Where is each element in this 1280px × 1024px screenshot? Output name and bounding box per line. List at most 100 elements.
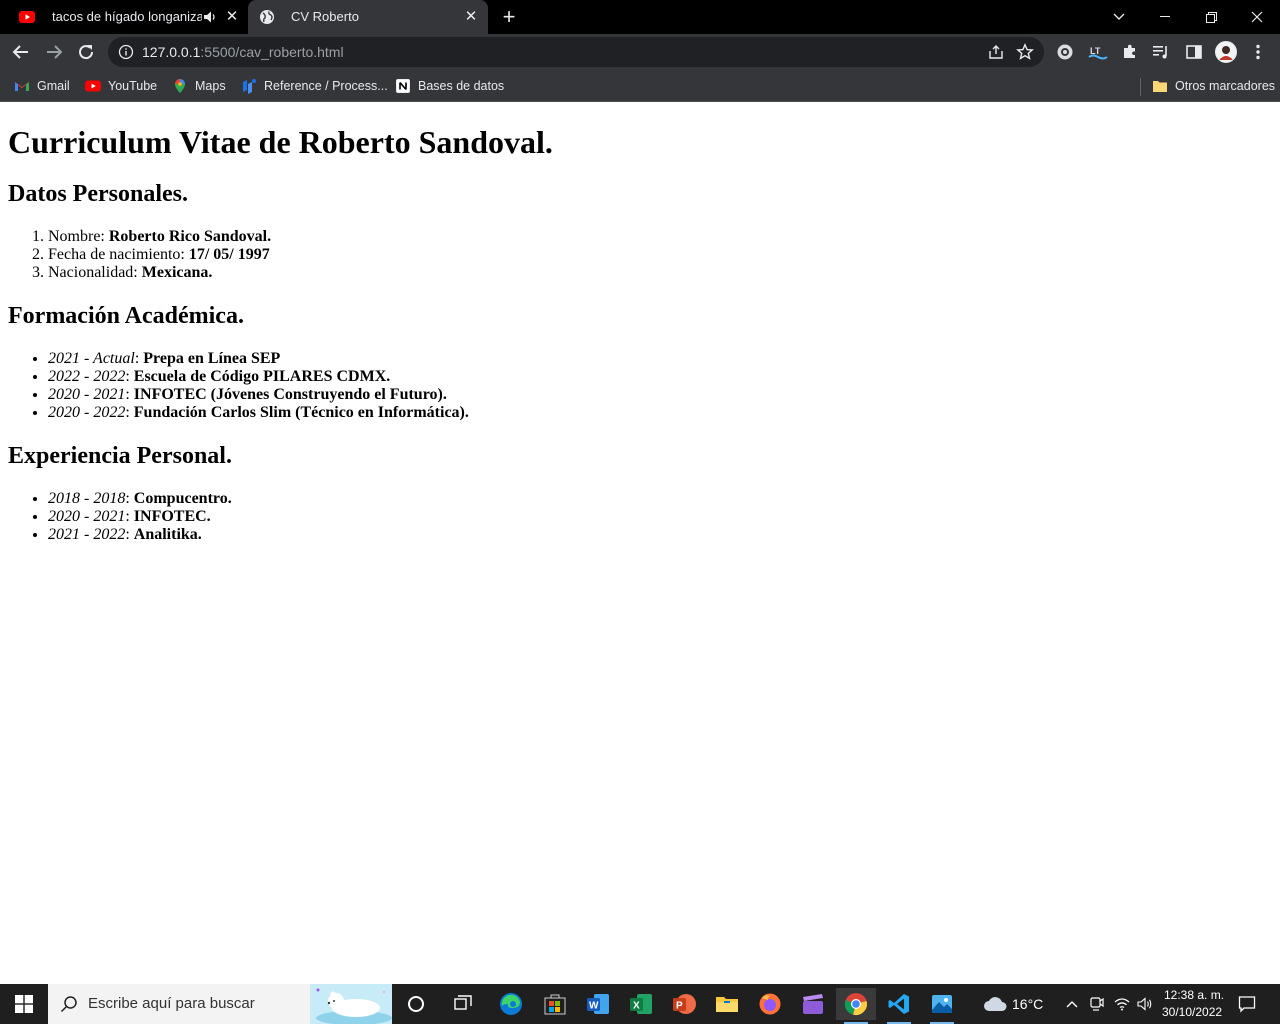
start-button[interactable] (0, 984, 48, 1024)
bookmarks-bar: Gmail YouTube Maps Reference / Process..… (0, 70, 1280, 102)
item-period: 2018 - 2018 (48, 490, 126, 507)
svg-text:P: P (676, 1001, 683, 1012)
list-item: 2021 - Actual: Prepa en Línea SEP (48, 350, 1272, 368)
chevron-up-icon (1066, 1001, 1078, 1008)
word-app[interactable]: W (578, 988, 618, 1020)
close-icon (1251, 11, 1263, 23)
extensions-button[interactable] (1120, 42, 1140, 62)
edge-app[interactable] (491, 988, 531, 1020)
photos-app[interactable] (922, 988, 962, 1024)
windows-taskbar: Escribe aquí para buscar W X P 16°C 12:3… (0, 984, 1280, 1024)
bookmark-maps[interactable]: Maps (172, 76, 226, 96)
excel-app[interactable]: X (621, 988, 661, 1020)
bookmark-label: Maps (195, 79, 226, 93)
store-icon (544, 994, 566, 1015)
firefox-app[interactable] (750, 988, 790, 1020)
bookmark-other-folder[interactable]: Otros marcadores (1152, 76, 1275, 96)
close-tab-icon[interactable]: ✕ (224, 9, 240, 25)
avatar-icon (1215, 41, 1237, 63)
section-heading-personal: Datos Personales. (8, 181, 188, 207)
list-item: 2021 - 2022: Analitika. (48, 526, 1272, 544)
notifications-button[interactable] (1230, 988, 1264, 1020)
task-view-icon (454, 995, 472, 1010)
section-heading-experience: Experiencia Personal. (8, 443, 232, 469)
taskbar-search-box[interactable]: Escribe aquí para buscar (48, 984, 392, 1024)
bookmark-gmail[interactable]: Gmail (14, 76, 70, 96)
puzzle-icon (1124, 44, 1135, 58)
new-tab-button[interactable]: + (499, 6, 519, 28)
volume-button[interactable] (1134, 988, 1156, 1020)
clipchamp-app[interactable] (793, 988, 833, 1020)
chrome-icon (844, 993, 867, 1015)
microsoft-store-app[interactable] (535, 988, 575, 1020)
edge-icon (500, 993, 522, 1015)
item-period: 2020 - 2021 (48, 386, 126, 403)
side-panel-button[interactable] (1184, 42, 1204, 62)
address-bar[interactable]: 127.0.0.1:5500/cav_roberto.html (108, 37, 1044, 67)
tab-cv-roberto[interactable]: CV Roberto ✕ (248, 0, 488, 34)
clapperboard-icon (803, 994, 823, 1014)
vscode-app[interactable] (879, 988, 919, 1024)
weather-temperature: 16°C (1012, 996, 1044, 1012)
browser-toolbar: 127.0.0.1:5500/cav_roberto.html LT (0, 34, 1280, 70)
back-button[interactable] (9, 40, 33, 64)
volume-icon (1137, 997, 1152, 1011)
extension-web-icon[interactable] (1055, 42, 1075, 62)
item-period: 2020 - 2021 (48, 508, 126, 525)
tab-title: CV Roberto (291, 9, 359, 24)
reload-button[interactable] (74, 40, 98, 64)
cloud-icon (984, 997, 1007, 1011)
media-control-button[interactable] (1151, 42, 1171, 62)
profile-avatar[interactable] (1215, 41, 1237, 63)
info-icon[interactable] (118, 44, 134, 60)
svg-text:LT: LT (1090, 46, 1101, 56)
url-path: :5500/cav_roberto.html (200, 44, 344, 60)
powerpoint-app[interactable]: P (664, 988, 704, 1020)
extension-lt-icon[interactable]: LT (1088, 42, 1108, 62)
cortana-button[interactable] (396, 988, 436, 1020)
experience-list: 2018 - 2018: Compucentro. 2020 - 2021: I… (8, 490, 1272, 544)
bookmark-reference-process[interactable]: Reference / Process... (241, 76, 388, 96)
section-heading-education: Formación Académica. (8, 303, 244, 329)
close-window-button[interactable] (1234, 0, 1280, 34)
arrow-left-icon (12, 45, 28, 59)
folder-icon (1153, 81, 1167, 92)
url-text[interactable]: 127.0.0.1:5500/cav_roberto.html (142, 44, 344, 60)
item-value: Mexicana. (141, 264, 213, 281)
gmail-icon (15, 82, 29, 91)
search-highlight-polar-bear-icon (310, 984, 392, 1024)
weather-widget[interactable] (978, 988, 1012, 1020)
share-icon[interactable] (988, 44, 1004, 60)
file-explorer-app[interactable] (707, 988, 747, 1020)
item-separator: : (134, 350, 144, 367)
menu-button[interactable] (1248, 42, 1268, 62)
item-label: Nacionalidad: (48, 264, 142, 281)
bookmark-youtube[interactable]: YouTube (85, 76, 157, 96)
personal-data-list: Nombre: Roberto Rico Sandoval. Fecha de … (8, 228, 1272, 282)
restore-button[interactable] (1188, 0, 1234, 34)
list-item: Nacionalidad: Mexicana. (48, 264, 1272, 282)
task-view-button[interactable] (443, 988, 483, 1020)
item-value: Roberto Rico Sandoval. (108, 228, 272, 245)
tab-youtube-video[interactable]: tacos de hígado longaniza y ✕ (0, 0, 248, 34)
item-period: 2021 - 2022 (48, 526, 126, 543)
speaker-icon[interactable] (203, 9, 217, 25)
item-value: Fundación Carlos Slim (Técnico en Inform… (133, 404, 469, 421)
clock-time: 12:38 a. m. (1164, 988, 1225, 1002)
tab-search-button[interactable] (1096, 0, 1142, 34)
page-content: Curriculum Vitae de Roberto Sandoval. Da… (0, 103, 1280, 984)
star-icon[interactable] (1016, 43, 1034, 61)
bookmark-bases-de-datos[interactable]: Bases de datos (395, 76, 504, 96)
show-hidden-icons-button[interactable] (1060, 988, 1084, 1020)
forward-button[interactable] (42, 40, 66, 64)
item-value: Escuela de Código PILARES CDMX. (133, 368, 391, 385)
network-button[interactable] (1111, 988, 1133, 1020)
svg-text:W: W (589, 1001, 599, 1012)
bookmark-label: Bases de datos (418, 79, 505, 93)
minimize-button[interactable] (1142, 0, 1188, 34)
wifi-icon (1114, 998, 1130, 1011)
minimize-icon (1160, 16, 1170, 17)
chrome-app[interactable] (836, 988, 876, 1024)
close-tab-icon[interactable]: ✕ (463, 9, 479, 25)
meet-now-button[interactable] (1086, 988, 1108, 1020)
